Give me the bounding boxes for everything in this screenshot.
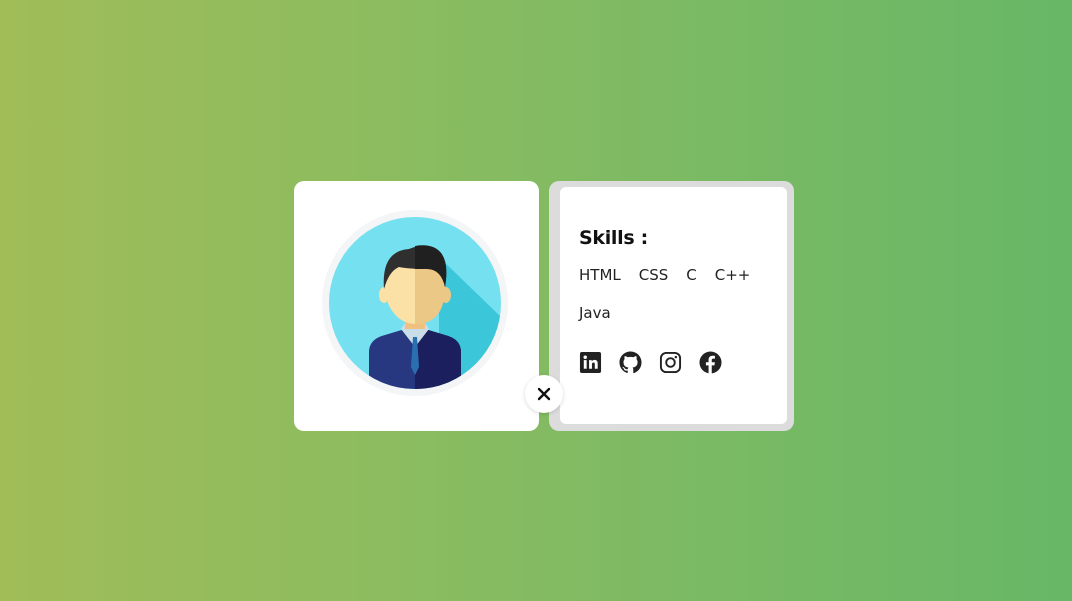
skill-item: Java [579, 304, 611, 322]
github-icon[interactable] [619, 351, 642, 374]
profile-card [294, 181, 539, 431]
skill-item: C [686, 266, 697, 284]
skills-card-body: Skills : HTML CSS C C++ Java [560, 187, 787, 424]
close-icon [537, 387, 551, 401]
linkedin-icon[interactable] [579, 351, 602, 374]
skills-list: HTML CSS C C++ Java [579, 266, 779, 323]
person-avatar-icon [329, 217, 501, 389]
avatar [322, 210, 508, 396]
instagram-icon[interactable] [659, 351, 682, 374]
close-button[interactable] [525, 375, 563, 413]
social-links [579, 351, 722, 374]
skills-title: Skills : [579, 227, 648, 249]
skill-item: C++ [714, 266, 751, 284]
facebook-icon[interactable] [699, 351, 722, 374]
skill-item: HTML [579, 266, 621, 284]
skills-card: Skills : HTML CSS C C++ Java [549, 181, 794, 431]
skill-item: CSS [638, 266, 669, 284]
